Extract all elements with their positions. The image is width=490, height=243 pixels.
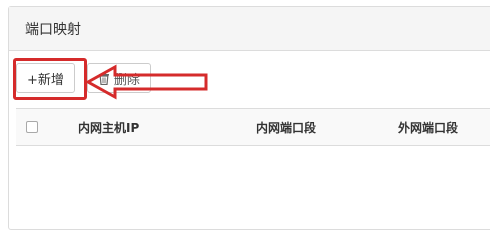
column-header-external-port-range[interactable]: 外网端口段 bbox=[398, 109, 458, 147]
panel-title: 端口映射 bbox=[25, 21, 81, 38]
panel-heading: 端口映射 bbox=[9, 7, 490, 51]
add-button[interactable]: +新增 bbox=[16, 63, 75, 93]
delete-button-label: 删除 bbox=[113, 72, 140, 88]
trash-icon bbox=[98, 72, 109, 85]
page: 端口映射 +新增 删除 内网主机IP 内网端口段 外网端口段 bbox=[0, 0, 490, 243]
column-header-internal-ip[interactable]: 内网主机IP bbox=[78, 109, 139, 147]
toolbar: +新增 删除 bbox=[16, 60, 151, 96]
column-header-internal-port-range[interactable]: 内网端口段 bbox=[256, 109, 316, 147]
delete-button[interactable]: 删除 bbox=[86, 63, 151, 93]
port-mapping-table: 内网主机IP 内网端口段 外网端口段 bbox=[16, 108, 490, 146]
select-all-checkbox[interactable] bbox=[26, 121, 38, 133]
